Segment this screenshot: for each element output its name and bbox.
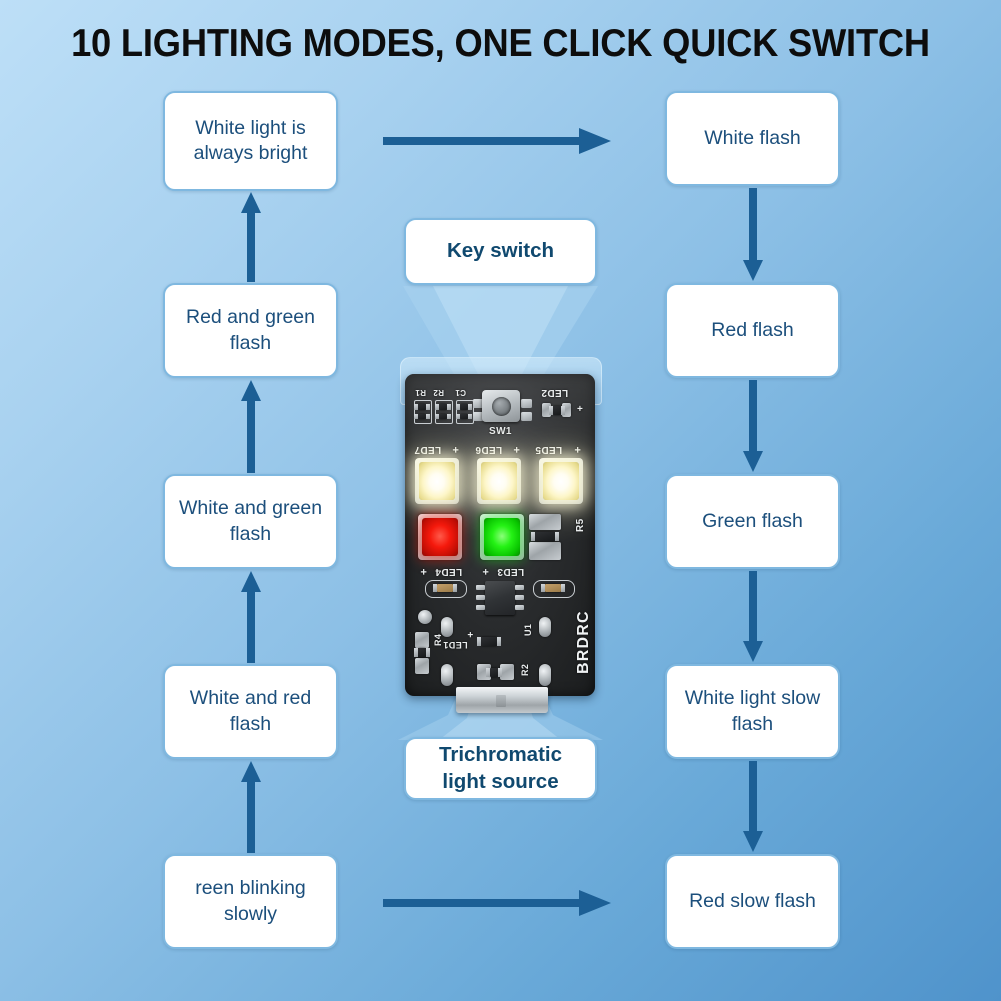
board-brand-label: BRDRC [575,610,592,674]
mode-label: White and red flash [189,687,312,735]
silk-led7-label: LED7 [414,444,442,455]
silk-r5-label: R5 [575,518,586,532]
callout-label: Trichromatic light source [438,742,563,793]
silk-led4-label: LED4 [435,566,463,577]
silk-sw1-label: SW1 [489,426,512,437]
led5-white [539,458,583,504]
mode-box-green-blinking-slowly[interactable]: reen blinking slowly [163,854,338,949]
led6-white [477,458,521,504]
mode-box-white-slow-flash[interactable]: White light slow flash [665,664,840,759]
arrow-down-right-3 [742,571,764,663]
mode-label: Green flash [702,509,803,532]
mode-box-white-green-flash[interactable]: White and green flash [163,474,338,569]
silk-led3-plus: + [482,565,489,577]
mode-label: Red slow flash [689,889,816,912]
mode-box-white-always-bright[interactable]: White light is always bright [163,91,338,191]
mode-label: reen blinking slowly [195,877,306,925]
silk-r4-label: R4 [433,633,443,646]
silk-r1-label: R1 [415,388,427,397]
silk-r2-label: R2 [520,663,530,676]
silk-r2-top-label: R2 [433,388,445,397]
mode-box-white-flash[interactable]: White flash [665,91,840,186]
arrow-down-right-1 [742,188,764,282]
sw1-tactile-switch [482,390,520,422]
led4-red [418,514,462,560]
mode-label: Red flash [711,318,794,341]
led3-green [480,514,524,560]
mode-box-red-slow-flash[interactable]: Red slow flash [665,854,840,949]
mode-box-green-flash[interactable]: Green flash [665,474,840,569]
silk-led5-plus: + [574,443,581,455]
silk-led1-label: LED1 [443,640,468,650]
arrow-right-bottom [383,888,613,918]
silk-u1-label: U1 [523,623,533,636]
silk-led2-plus: + [577,404,584,415]
silk-led4-plus: + [420,565,427,577]
mode-label: White light is always bright [193,116,308,164]
silk-led7-plus: + [452,443,459,455]
arrow-up-left-1 [240,380,262,473]
mode-label: White flash [704,126,801,149]
pcb-substrate: R1 R2 C1 SW1 LED2 + LED7 + LED6 + LED5 +… [405,374,595,696]
callout-label: Key switch [446,239,555,263]
callout-trichromatic-light-source[interactable]: Trichromatic light source [404,737,597,800]
callout-key-switch[interactable]: Key switch [404,218,597,285]
mode-box-white-red-flash[interactable]: White and red flash [163,664,338,759]
arrow-right-top [383,126,613,156]
usb-connector [456,687,548,713]
silk-led6-label: LED6 [475,444,503,455]
silk-led2-label: LED2 [541,387,569,398]
arrow-up-left-3 [240,761,262,853]
page-title: 10 LIGHTING MODES, ONE CLICK QUICK SWITC… [71,22,930,65]
led7-white [415,458,459,504]
silk-led1-plus: + [467,628,474,639]
mode-box-red-flash[interactable]: Red flash [665,283,840,378]
arrow-up-left-2 [240,571,262,663]
mode-label: Red and green flash [185,306,316,354]
arrow-up-left-4 [240,192,262,282]
arrow-down-right-4 [742,761,764,853]
silk-c1-label: C1 [455,388,467,397]
mode-box-red-green-flash[interactable]: Red and green flash [163,283,338,378]
silk-led5-label: LED5 [535,444,563,455]
mode-label: White light slow flash [684,687,821,735]
silk-led6-plus: + [513,443,520,455]
infographic-canvas: 10 LIGHTING MODES, ONE CLICK QUICK SWITC… [0,0,1001,1001]
silk-led3-label: LED3 [497,566,525,577]
arrow-down-right-2 [742,380,764,473]
u1-ic-chip [476,581,524,615]
mode-label: White and green flash [178,497,323,545]
pcb-board: R1 R2 C1 SW1 LED2 + LED7 + LED6 + LED5 +… [398,357,603,717]
